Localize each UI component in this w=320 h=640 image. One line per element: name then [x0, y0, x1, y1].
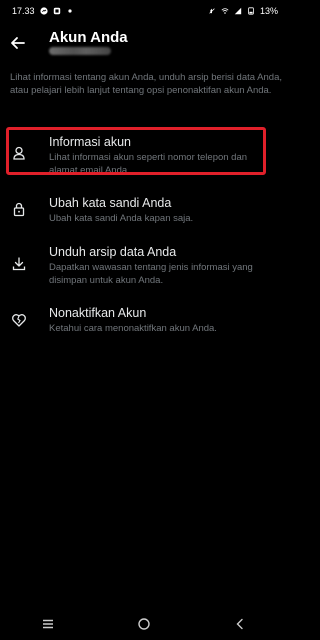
messenger-icon: [39, 7, 48, 15]
mute-icon: [208, 7, 216, 15]
status-time: 17.33: [12, 6, 35, 16]
battery-icon: [247, 7, 255, 15]
page-header: Akun Anda: [0, 26, 288, 60]
menu-item-description: Ketahui cara menonaktifkan akun Anda.: [49, 323, 217, 334]
intro-text: Lihat informasi tentang akun Anda, unduh…: [10, 72, 282, 96]
recent-apps-icon[interactable]: [41, 617, 55, 631]
menu-item-label: Ubah kata sandi Anda: [49, 196, 172, 210]
page-title: Akun Anda: [49, 29, 128, 46]
menu-item-label: Unduh arsip data Anda: [49, 245, 177, 259]
lock-icon: [11, 201, 27, 217]
menu-item-label: Nonaktifkan Akun: [49, 306, 147, 320]
battery-level: 13%: [259, 6, 278, 16]
home-icon[interactable]: [137, 617, 151, 631]
wifi-icon: [221, 7, 229, 15]
notification-icon: [53, 7, 61, 15]
blurred-username: [49, 47, 111, 55]
download-icon: [11, 256, 27, 272]
system-navigation-bar: [0, 608, 288, 640]
back-nav-icon[interactable]: [233, 617, 247, 631]
dot-icon: [66, 7, 74, 15]
broken-heart-icon: [11, 312, 27, 328]
back-arrow-icon[interactable]: [9, 34, 27, 52]
highlight-box: [6, 127, 266, 175]
status-bar: 17.33 13%: [0, 0, 288, 22]
menu-item-description: Dapatkan wawasan tentang jenis informasi…: [49, 262, 253, 286]
menu-item-description: Ubah kata sandi Anda kapan saja.: [49, 213, 194, 224]
signal-icon: [234, 7, 242, 15]
